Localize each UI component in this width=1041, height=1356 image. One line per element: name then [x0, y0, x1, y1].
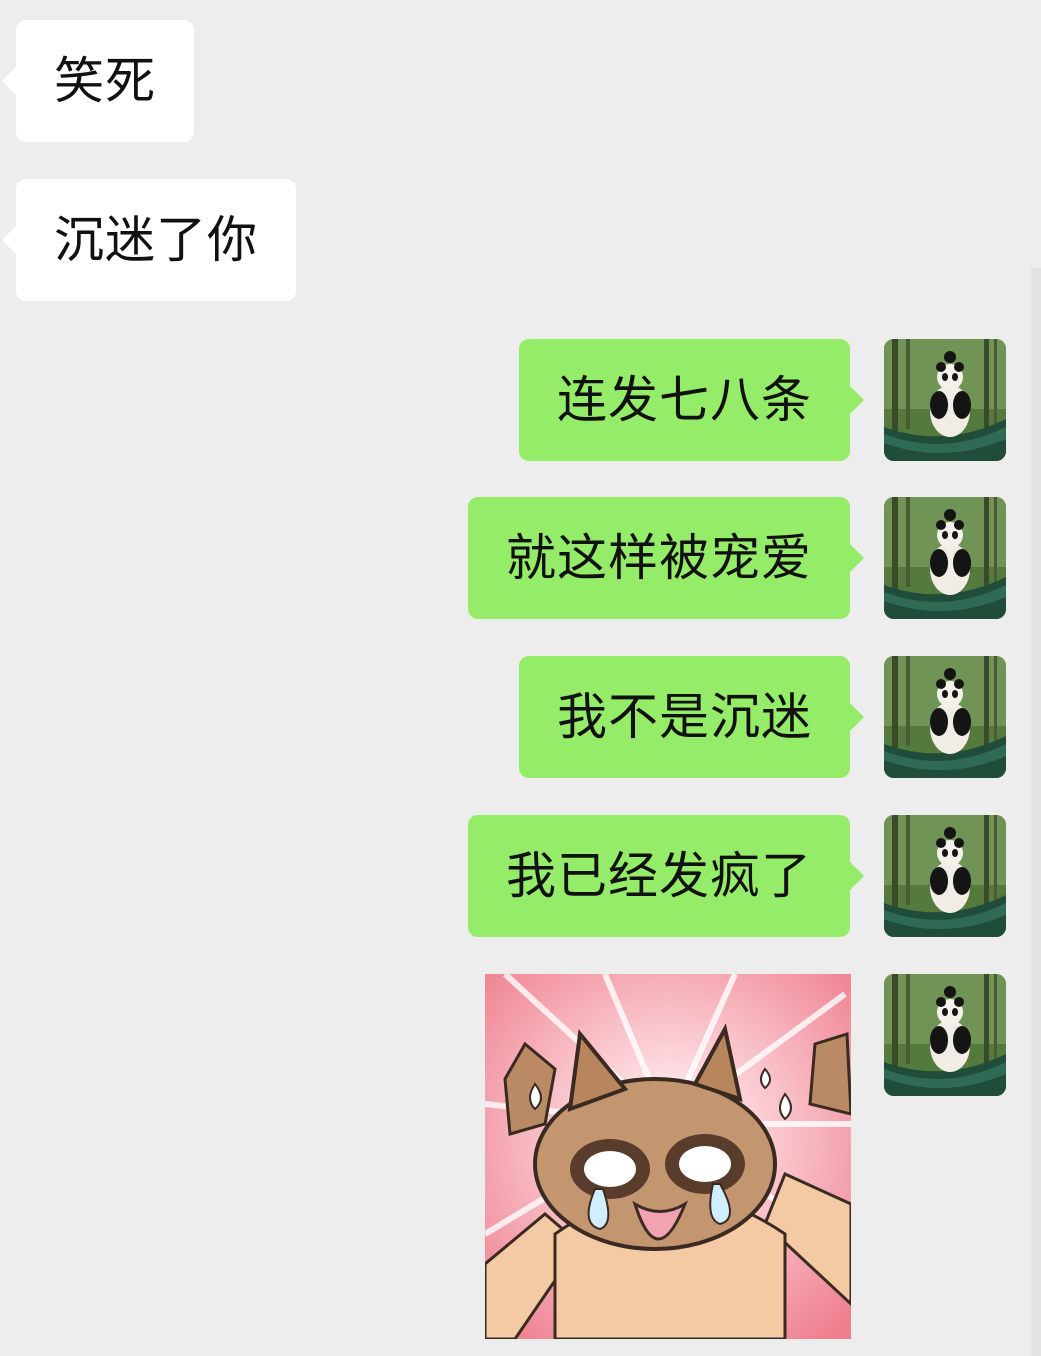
panda-avatar-icon[interactable]: [884, 497, 1006, 619]
outgoing-message-bubble[interactable]: 就这样被宠爱: [468, 497, 864, 619]
panda-avatar-icon[interactable]: [884, 656, 1006, 778]
message-text: 就这样被宠爱: [506, 529, 812, 587]
outgoing-message-bubble[interactable]: 连发七八条: [519, 339, 864, 461]
chat-message-list[interactable]: 笑死 沉迷了你 连发七八条 就这样被宠爱 我不是沉迷 我已经发疯了: [0, 0, 1041, 1356]
panda-avatar-icon[interactable]: [884, 339, 1006, 461]
panda-avatar-icon[interactable]: [884, 974, 1006, 1096]
message-text: 我已经发疯了: [506, 847, 812, 905]
incoming-message-bubble[interactable]: 笑死: [2, 20, 194, 142]
message-text: 沉迷了你: [54, 211, 258, 269]
message-text: 笑死: [54, 52, 156, 110]
message-text: 连发七八条: [557, 371, 812, 429]
screaming-cat-sticker[interactable]: [485, 974, 851, 1339]
panda-avatar-icon[interactable]: [884, 815, 1006, 937]
incoming-message-bubble[interactable]: 沉迷了你: [2, 179, 296, 301]
outgoing-message-bubble[interactable]: 我已经发疯了: [468, 815, 864, 937]
outgoing-message-bubble[interactable]: 我不是沉迷: [519, 656, 864, 778]
scrollbar[interactable]: [1031, 268, 1041, 1356]
message-text: 我不是沉迷: [557, 688, 812, 746]
